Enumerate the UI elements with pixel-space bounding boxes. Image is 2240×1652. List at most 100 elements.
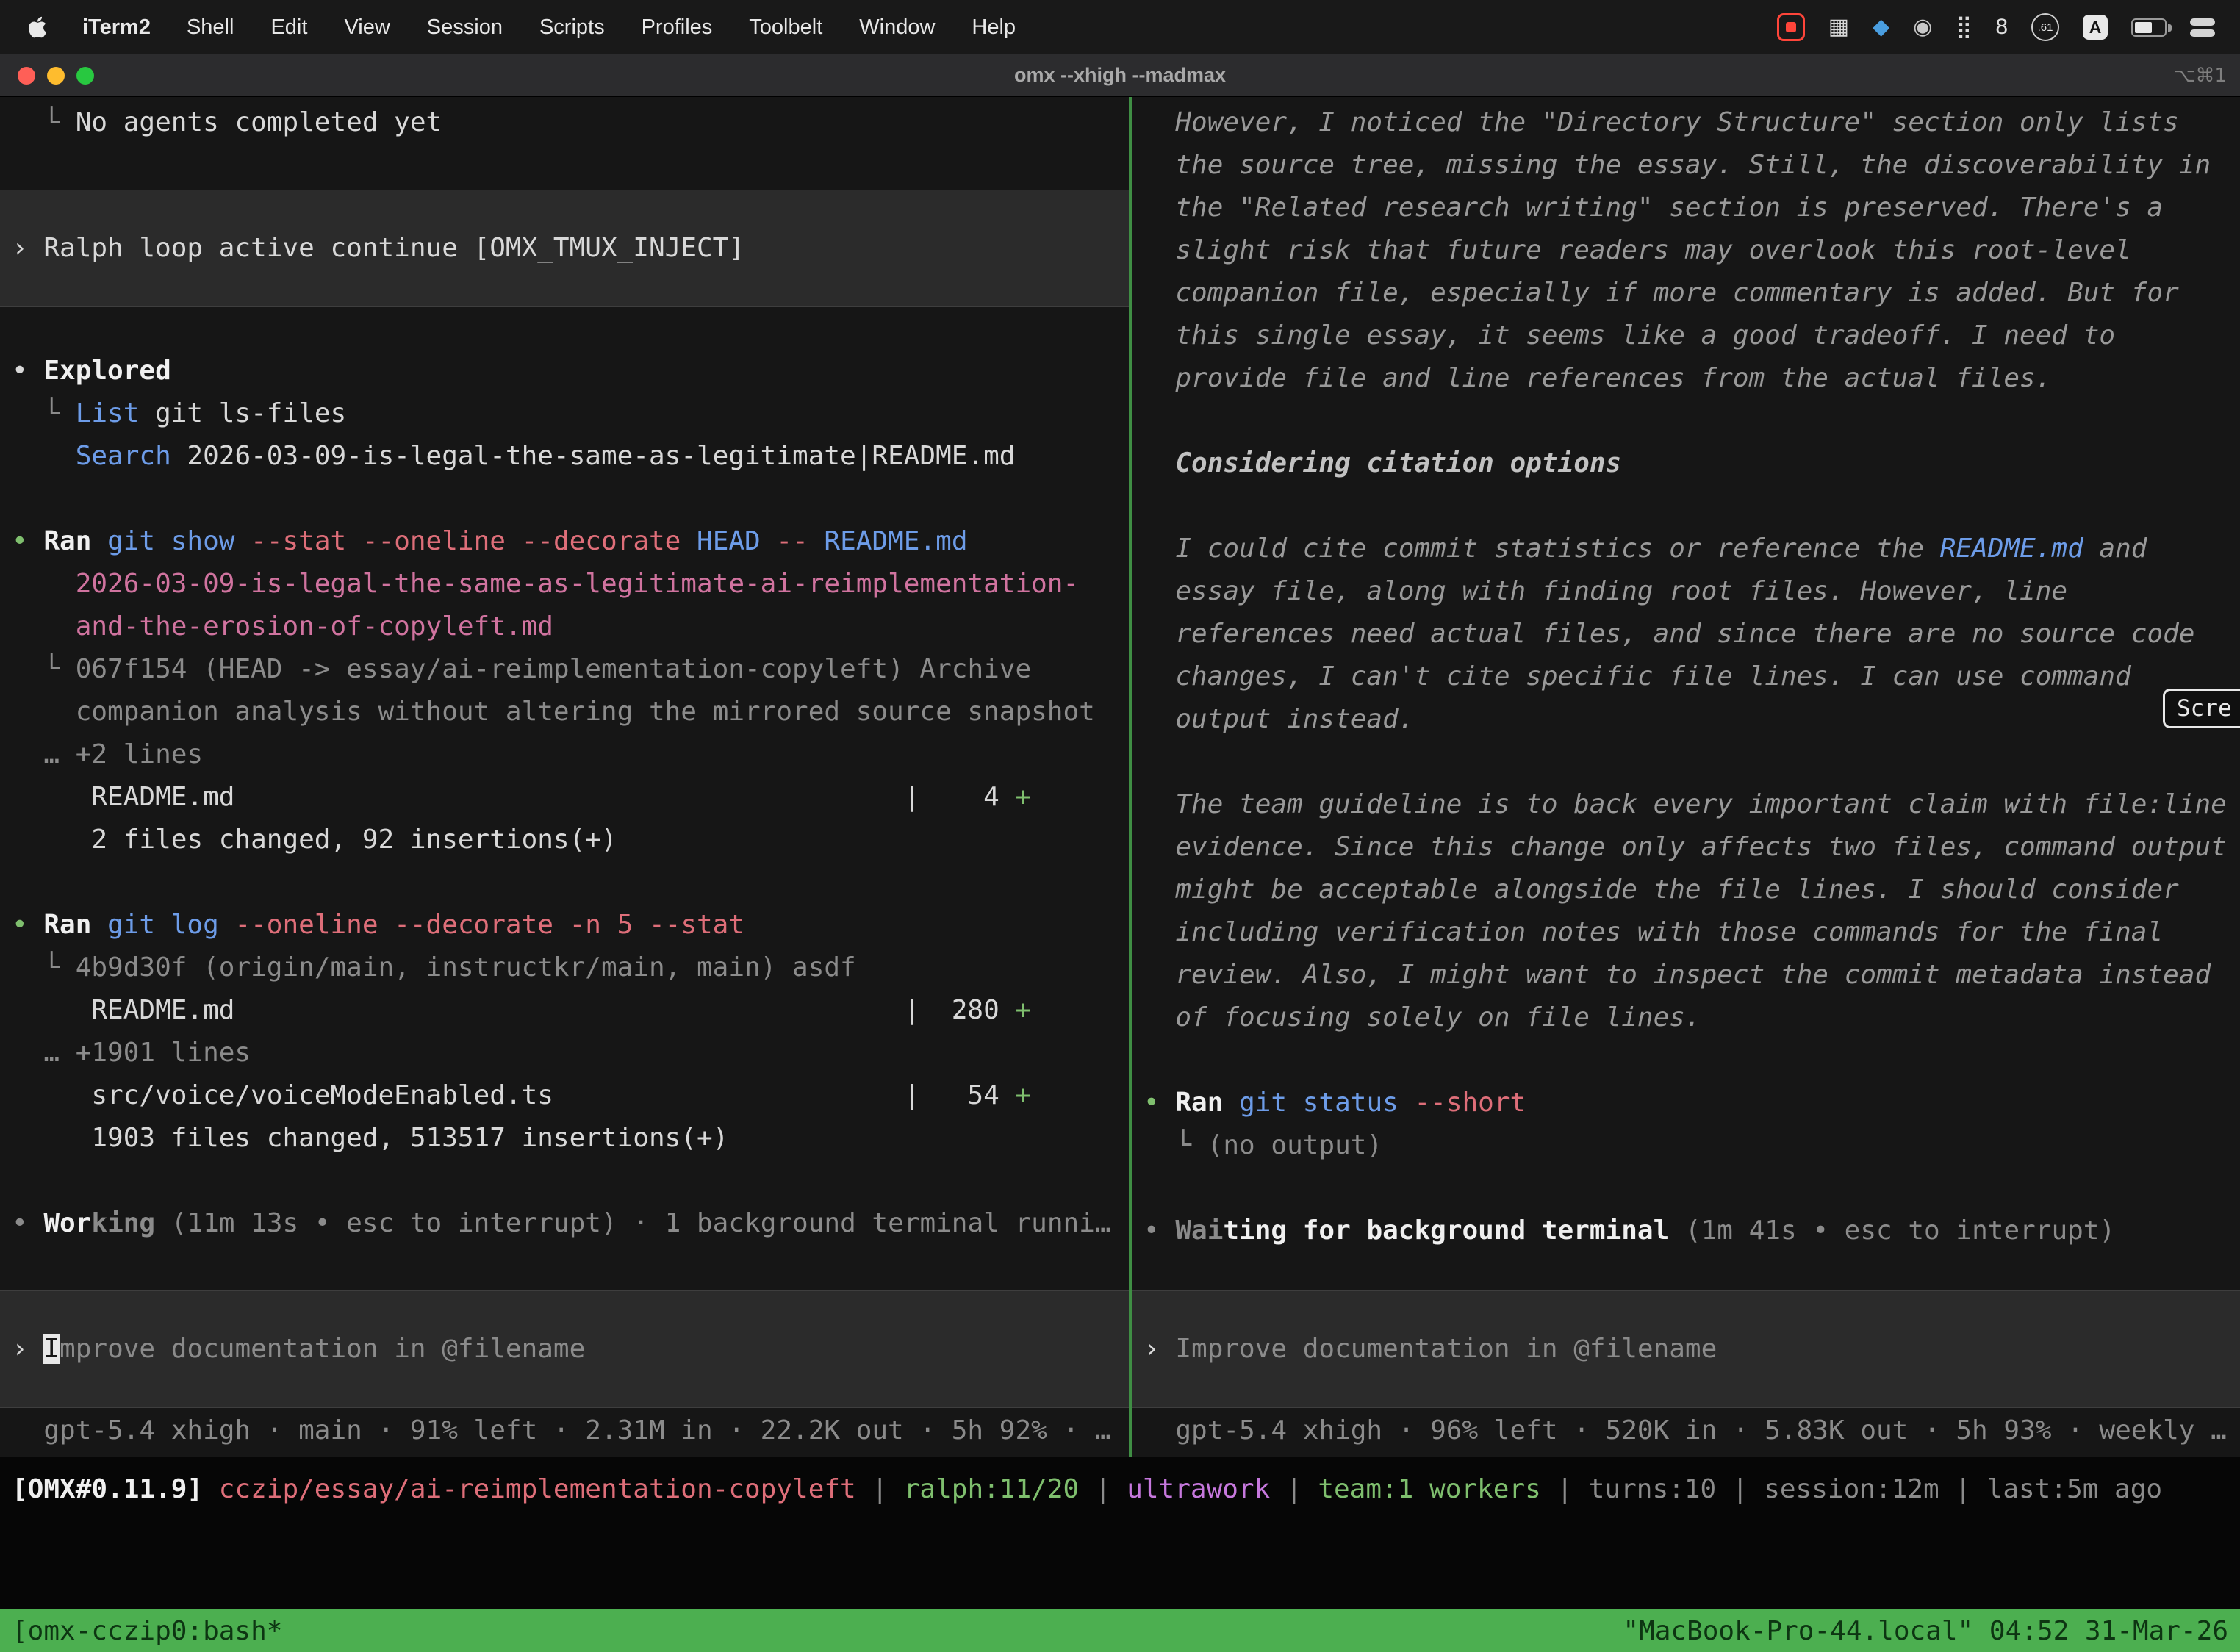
- text-run: +: [1015, 1080, 1031, 1110]
- text-run: cczip/essay/ai-reimplementation-copyleft: [219, 1474, 856, 1504]
- terminal-line: › Improve documentation in @filename: [1132, 1328, 2240, 1371]
- terminal-line: might be acceptable alongside the file l…: [1132, 869, 2240, 911]
- menu-edit[interactable]: Edit: [252, 15, 326, 40]
- terminal-line: … +2 lines: [0, 733, 1129, 776]
- left-pane-input[interactable]: › Improve documentation in @filename: [0, 1290, 1129, 1408]
- text-run: the "Related research writing" section i…: [1144, 193, 2163, 223]
- text-run: git log: [107, 910, 234, 940]
- terminal-line: gpt-5.4 xhigh · 96% left · 520K in · 5.8…: [1132, 1409, 2240, 1452]
- zoom-window-button[interactable]: [76, 67, 94, 85]
- menu-toolbelt[interactable]: Toolbelt: [730, 15, 841, 40]
- text-run: provide file and line references from th…: [1144, 363, 2051, 393]
- text-run: README.md | 280: [12, 995, 1015, 1025]
- menu-view[interactable]: View: [326, 15, 408, 40]
- text-run: |: [1541, 1474, 1589, 1504]
- minimize-window-button[interactable]: [47, 67, 65, 85]
- text-run: gpt-5.4 xhigh · main · 91% left · 2.31M …: [12, 1415, 1111, 1446]
- text-run: [OMX#0.11.9]: [12, 1474, 219, 1504]
- text-run: Ran: [43, 526, 107, 556]
- terminal-line: this single essay, it seems like a good …: [1132, 315, 2240, 357]
- text-run: ralph:11/20: [904, 1474, 1079, 1504]
- text-run: ting for background terminal: [1223, 1215, 1669, 1246]
- tmux-status-bar: [omx-cczip0:bash* "MacBook-Pro-44.local"…: [0, 1609, 2240, 1652]
- right-terminal-pane[interactable]: However, I noticed the "Directory Struct…: [1132, 97, 2240, 1457]
- menu-app-name[interactable]: iTerm2: [65, 15, 168, 40]
- activity-log: • Explored └ List git ls-files Search 20…: [0, 350, 1129, 1245]
- tmux-session-label: [omx-cczip0:bash*: [12, 1616, 282, 1646]
- text-run: turns:10: [1589, 1474, 1716, 1504]
- text-run: |: [1270, 1474, 1318, 1504]
- menu-session[interactable]: Session: [409, 15, 521, 40]
- text-run: I: [43, 1334, 60, 1364]
- text-run: git show: [107, 526, 251, 556]
- text-run: List: [76, 398, 140, 428]
- text-run: +: [1015, 782, 1031, 812]
- menu-scripts[interactable]: Scripts: [521, 15, 623, 40]
- text-run: --: [776, 526, 824, 556]
- terminal-line: However, I noticed the "Directory Struct…: [1132, 101, 2240, 144]
- terminal-line: output instead.: [1132, 698, 2240, 741]
- terminal-line: The team guideline is to back every impo…: [1132, 783, 2240, 826]
- right-pane-output: However, I noticed the "Directory Struct…: [1132, 97, 2240, 1290]
- text-run: Wai: [1175, 1215, 1223, 1246]
- text-run: ›: [12, 1334, 43, 1364]
- ralph-banner: › Ralph loop active continue [OMX_TMUX_I…: [0, 190, 1129, 307]
- menu-shell[interactable]: Shell: [168, 15, 253, 40]
- dots-grid-icon[interactable]: ⣿: [1956, 16, 1972, 38]
- eight-app-icon[interactable]: 8: [1995, 16, 2008, 38]
- text-run: README.md: [824, 526, 967, 556]
- assistant-reasoning: However, I noticed the "Directory Struct…: [1132, 101, 2240, 1252]
- terminal-line: [1132, 400, 2240, 442]
- terminal-line: • Working (11m 13s • esc to interrupt) ·…: [0, 1202, 1129, 1245]
- text-run: 2026-03-09-is-legal-the-same-as-legitima…: [76, 569, 1079, 599]
- text-run: last:5m ago: [1987, 1474, 2162, 1504]
- terminal-line: gpt-5.4 xhigh · main · 91% left · 2.31M …: [0, 1409, 1129, 1452]
- left-terminal-pane[interactable]: └ No agents completed yet› Ralph loop ac…: [0, 97, 1129, 1457]
- text-run: companion analysis without altering the …: [12, 697, 1095, 727]
- terminal-line: 2026-03-09-is-legal-the-same-as-legitima…: [0, 563, 1129, 606]
- terminal-line: • Ran git log --oneline --decorate -n 5 …: [0, 904, 1129, 947]
- menu-help[interactable]: Help: [953, 15, 1034, 40]
- terminal-line: README.md | 4 +: [0, 776, 1129, 819]
- text-run: •: [12, 526, 43, 556]
- grid-app-icon[interactable]: ▦: [1828, 16, 1849, 38]
- window-title-bar[interactable]: omx --xhigh --madmax ⌥⌘1: [0, 54, 2240, 97]
- text-run: 2026-03-09-is-legal-the-same-as-legitima…: [171, 441, 1016, 471]
- text-run: … +1901 lines: [12, 1038, 251, 1068]
- terminal-line: … +1901 lines: [0, 1032, 1129, 1074]
- terminal-line: and-the-erosion-of-copyleft.md: [0, 606, 1129, 648]
- text-run: |: [1079, 1474, 1127, 1504]
- text-run: ›: [1144, 1334, 1175, 1364]
- right-pane-input[interactable]: › Improve documentation in @filename: [1132, 1290, 2240, 1408]
- apple-menu[interactable]: [10, 16, 65, 38]
- text-run: --stat --oneline --decorate: [251, 526, 697, 556]
- terminal-line: changes, I can't cite specific file line…: [1132, 656, 2240, 698]
- text-run: changes, I can't cite specific file line…: [1144, 661, 2131, 692]
- text-run: output instead.: [1144, 704, 1414, 734]
- left-pane-output: └ No agents completed yet› Ralph loop ac…: [0, 97, 1129, 1290]
- battery-icon[interactable]: [2131, 18, 2167, 37]
- input-source-icon[interactable]: A: [2083, 15, 2108, 40]
- terminal-line: 2 files changed, 92 insertions(+): [0, 819, 1129, 861]
- text-run: 067f154 (HEAD -> essay/ai-reimplementati…: [76, 654, 1031, 684]
- menu-profiles[interactable]: Profiles: [623, 15, 731, 40]
- terminal-line: Considering citation options: [1132, 442, 2240, 485]
- terminal-line: the source tree, missing the essay. Stil…: [1132, 144, 2240, 187]
- text-run: mprove documentation in @filename: [60, 1334, 585, 1364]
- menu-window[interactable]: Window: [841, 15, 953, 40]
- text-run: •: [1144, 1088, 1175, 1118]
- screen-recording-icon[interactable]: [1777, 13, 1805, 41]
- blue-app-icon[interactable]: ◆: [1873, 16, 1889, 38]
- badge-61-icon[interactable]: .61: [2031, 13, 2059, 41]
- terminal-line: review. Also, I might want to inspect th…: [1132, 954, 2240, 996]
- control-center-icon[interactable]: [2190, 18, 2215, 37]
- terminal-line: provide file and line references from th…: [1132, 357, 2240, 400]
- window-title: omx --xhigh --madmax: [1014, 64, 1226, 87]
- dark-circle-app-icon[interactable]: ◉: [1913, 16, 1932, 38]
- close-window-button[interactable]: [18, 67, 35, 85]
- terminal-line: including verification notes with those …: [1132, 911, 2240, 954]
- text-run: might be acceptable alongside the file l…: [1144, 875, 2179, 905]
- terminal-line: [1132, 485, 2240, 528]
- terminal-line: └ List git ls-files: [0, 392, 1129, 435]
- text-run: Ran: [43, 910, 107, 940]
